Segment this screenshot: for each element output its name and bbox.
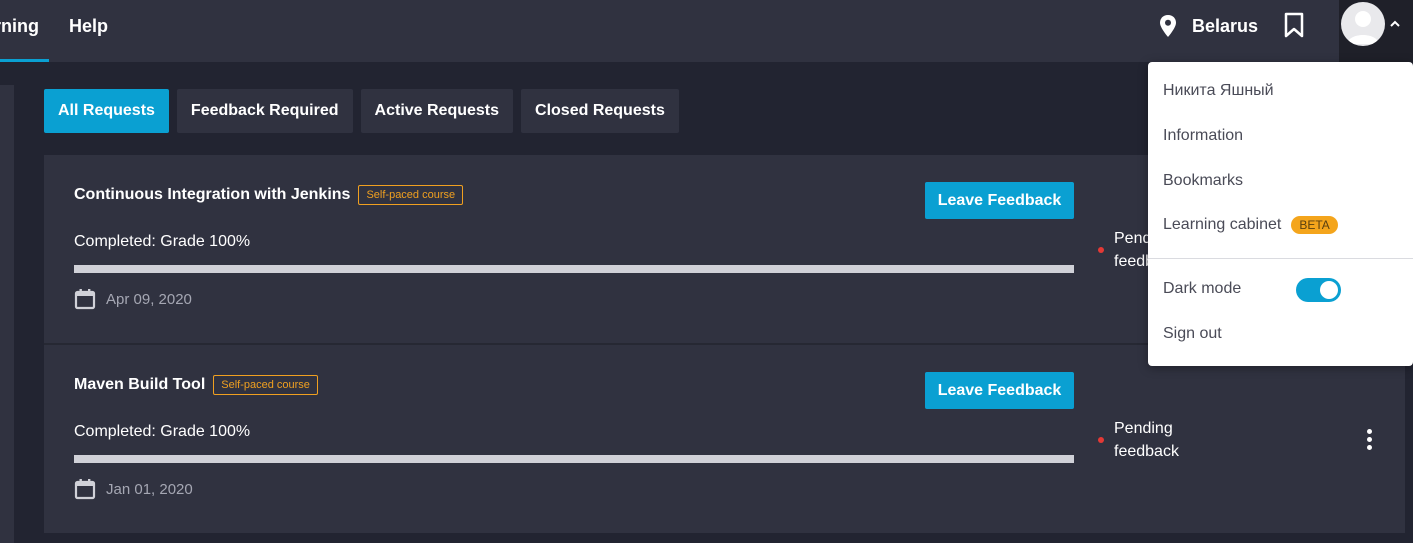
- completion-status: Completed: Grade 100%: [74, 233, 251, 250]
- menu-user-name[interactable]: Никита Яшный: [1163, 82, 1274, 100]
- status-dot: [1098, 247, 1104, 253]
- location-selector[interactable]: Belarus: [1158, 12, 1258, 40]
- calendar-icon: [74, 289, 96, 310]
- completion-status: Completed: Grade 100%: [74, 423, 251, 440]
- course-title-row: Maven Build Tool Self-paced course: [74, 375, 318, 395]
- tab-all-requests[interactable]: All Requests: [44, 89, 169, 133]
- avatar: [1341, 2, 1385, 46]
- dark-mode-label: Dark mode: [1163, 280, 1242, 297]
- tab-closed-requests[interactable]: Closed Requests: [521, 89, 679, 133]
- learning-cabinet-label: Learning cabinet: [1163, 216, 1282, 233]
- toggle-knob: [1320, 281, 1338, 299]
- progress-fill: [74, 455, 1074, 463]
- date-row: Jan 01, 2020: [74, 478, 193, 500]
- tab-active-requests[interactable]: Active Requests: [360, 89, 514, 133]
- request-filter-tabs: All Requests Feedback Required Active Re…: [44, 89, 679, 133]
- leave-feedback-button[interactable]: Leave Feedback: [925, 372, 1074, 409]
- menu-item-information[interactable]: Information: [1163, 127, 1243, 145]
- menu-item-learning-cabinet[interactable]: Learning cabinet BETA: [1163, 216, 1338, 234]
- date-row: Apr 09, 2020: [74, 288, 192, 310]
- left-sidebar-edge: [0, 85, 14, 543]
- nav-learning[interactable]: rning: [0, 0, 49, 62]
- course-title-row: Continuous Integration with Jenkins Self…: [74, 185, 464, 205]
- course-type-badge: Self-paced course: [213, 375, 318, 395]
- nav-learning-label: rning: [0, 16, 39, 36]
- request-card: Maven Build Tool Self-paced course Leave…: [44, 345, 1405, 533]
- leave-feedback-button[interactable]: Leave Feedback: [925, 182, 1074, 219]
- progress-bar: [74, 455, 1074, 463]
- request-date: Jan 01, 2020: [106, 480, 193, 498]
- tab-feedback-required[interactable]: Feedback Required: [176, 89, 353, 133]
- status-dot: [1098, 437, 1104, 443]
- user-dropdown-menu: Никита Яшный Information Bookmarks Learn…: [1148, 62, 1413, 366]
- progress-fill: [74, 265, 1074, 273]
- request-status: Pending feedback: [1098, 417, 1184, 463]
- status-label: Pending feedback: [1114, 420, 1179, 460]
- course-type-badge: Self-paced course: [358, 185, 464, 205]
- more-options-icon[interactable]: [1360, 427, 1378, 453]
- menu-divider: [1148, 258, 1413, 259]
- beta-badge: BETA: [1291, 216, 1338, 234]
- bookmark-icon[interactable]: [1283, 12, 1305, 38]
- dark-mode-toggle[interactable]: [1296, 278, 1341, 302]
- chevron-up-icon: [1390, 20, 1400, 27]
- progress-bar: [74, 265, 1074, 273]
- active-nav-underline: [0, 59, 49, 62]
- menu-item-bookmarks[interactable]: Bookmarks: [1163, 172, 1243, 190]
- calendar-icon: [74, 479, 96, 500]
- nav-help[interactable]: Help: [69, 0, 108, 62]
- user-menu-toggle[interactable]: [1339, 0, 1413, 62]
- course-title[interactable]: Maven Build Tool: [74, 376, 205, 394]
- nav-help-label: Help: [69, 16, 109, 36]
- map-pin-icon: [1160, 15, 1176, 37]
- menu-item-sign-out[interactable]: Sign out: [1163, 325, 1222, 343]
- course-title[interactable]: Continuous Integration with Jenkins: [74, 186, 350, 204]
- avatar-placeholder-icon: [1347, 11, 1379, 44]
- location-label: Belarus: [1192, 15, 1259, 36]
- request-date: Apr 09, 2020: [106, 290, 192, 308]
- top-navigation-bar: rning Help Belarus: [0, 0, 1413, 62]
